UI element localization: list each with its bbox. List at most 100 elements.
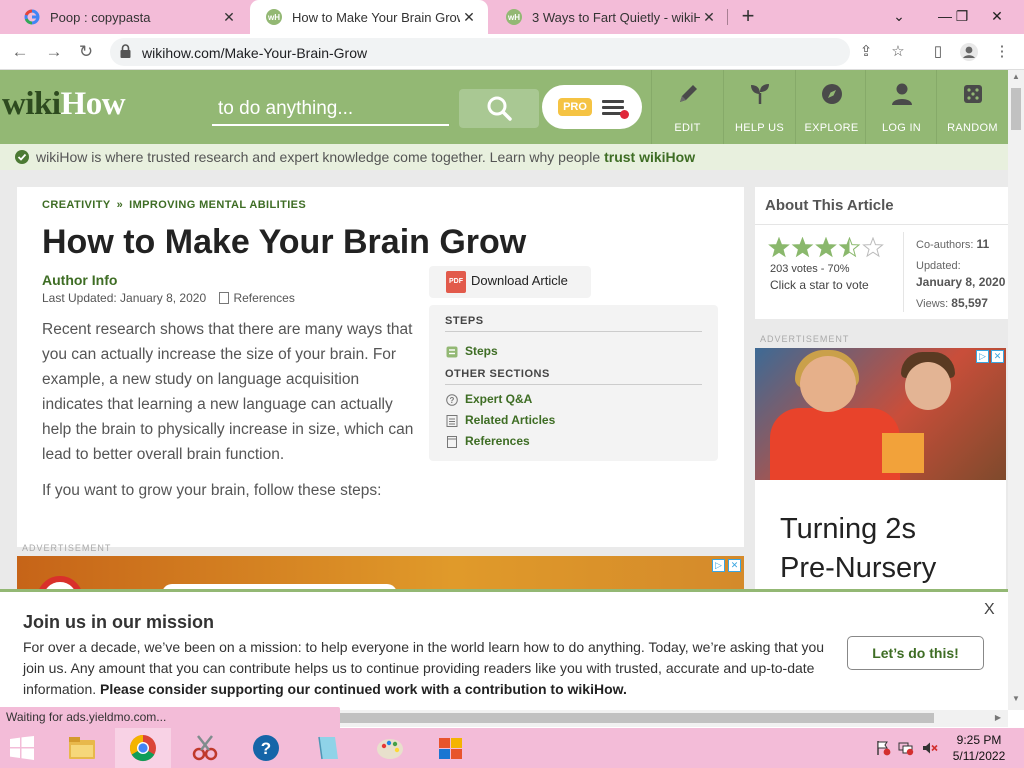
scroll-thumb[interactable] [1011, 88, 1021, 130]
nav-label: LOG IN [881, 122, 922, 134]
paint-button[interactable] [362, 728, 418, 768]
star-icon[interactable] [768, 237, 790, 258]
author-info-link[interactable]: Author Info [42, 272, 117, 288]
file-explorer-button[interactable] [54, 728, 110, 768]
toc-item-references[interactable]: References [445, 431, 702, 452]
ad-headline: Turning 2s Pre-Nursery [780, 510, 936, 588]
dice-icon [964, 85, 982, 103]
about-heading: About This Article [765, 197, 894, 214]
profile-avatar-icon[interactable] [959, 42, 979, 62]
toc-label: Steps [465, 344, 498, 358]
side-panel-icon[interactable]: ▯ [928, 42, 948, 62]
windows-start-icon[interactable] [6, 736, 38, 760]
tab-search-icon[interactable]: ⌄ [882, 0, 916, 34]
tab-make-brain-grow[interactable]: wH How to Make Your Brain Grow: 8 ✕ [250, 0, 488, 34]
scroll-right-icon[interactable]: ▶ [990, 711, 1006, 725]
chrome-button[interactable] [115, 728, 171, 768]
references-link[interactable]: References [219, 291, 295, 305]
nav-random[interactable]: RANDOM [936, 70, 1008, 144]
tab-strip: Poop : copypasta ✕ wH How to Make Your B… [0, 0, 1024, 34]
ad-close-icon[interactable]: ✕ [991, 350, 1004, 363]
rating-stars[interactable] [768, 237, 886, 259]
close-banner-button[interactable]: X [984, 601, 995, 619]
updated-value: January 8, 2020 [916, 275, 1006, 289]
scroll-down-icon[interactable]: ▼ [1008, 692, 1024, 706]
toc-item-related-articles[interactable]: Related Articles [445, 410, 702, 431]
articles-icon [446, 415, 458, 427]
search-button[interactable] [459, 89, 539, 128]
toc-other-heading: OTHER SECTIONS [445, 368, 702, 385]
close-icon[interactable]: ✕ [220, 9, 238, 26]
mission-text: For over a decade, we’ve been on a missi… [23, 637, 833, 700]
tab-fart-quietly[interactable]: wH 3 Ways to Fart Quietly - wikiHow ✕ [490, 0, 728, 34]
tab-title: How to Make Your Brain Grow: 8 [292, 9, 460, 25]
pro-menu-button[interactable]: PRO [542, 85, 642, 129]
bookmark-star-icon[interactable]: ☆ [888, 42, 908, 62]
tab-title: 3 Ways to Fart Quietly - wikiHow [532, 9, 700, 25]
ad-photo-part [905, 362, 951, 410]
nav-edit[interactable]: EDIT [651, 70, 723, 144]
wikihow-icon: wH [266, 9, 282, 25]
toc-item-expert-qa[interactable]: ? Expert Q&A [445, 389, 702, 410]
scroll-thumb[interactable] [330, 713, 934, 723]
url-text: wikihow.com/Make-Your-Brain-Grow [142, 45, 368, 61]
search-input[interactable]: to do anything... [212, 92, 449, 126]
nav-explore[interactable]: EXPLORE [795, 70, 867, 144]
wikihow-logo[interactable]: wikiHow [2, 86, 126, 123]
close-icon[interactable]: ✕ [700, 9, 718, 26]
restore-icon[interactable]: ❐ [945, 0, 979, 34]
tab-poop-copypasta[interactable]: Poop : copypasta ✕ [8, 0, 248, 34]
coauthors-label: Co-authors: [916, 239, 974, 251]
logo-wiki: wiki [2, 86, 61, 122]
office-button[interactable] [423, 728, 479, 768]
share-icon[interactable]: ⇪ [856, 42, 876, 62]
help-button[interactable]: ? [238, 728, 294, 768]
search-icon [487, 96, 512, 121]
close-icon[interactable]: ✕ [460, 9, 478, 26]
new-tab-icon[interactable]: + [737, 5, 759, 27]
notepad-button[interactable] [300, 728, 356, 768]
back-icon[interactable]: ← [8, 40, 32, 64]
adchoices-icon[interactable]: ▷ [712, 559, 725, 572]
breadcrumb-improving-mental-abilities[interactable]: IMPROVING MENTAL ABILITIES [129, 199, 306, 211]
views: Views: 85,597 [916, 296, 988, 310]
ad-close-icon[interactable]: ✕ [728, 559, 741, 572]
notepad-icon [318, 736, 338, 760]
star-icon[interactable] [791, 237, 814, 258]
star-icon[interactable] [838, 237, 861, 258]
advertisement-label: ADVERTISEMENT [760, 334, 850, 344]
nav-log-in[interactable]: LOG IN [865, 70, 937, 144]
snipping-tool-button[interactable] [177, 728, 233, 768]
updated-label: Updated: [916, 260, 961, 272]
scroll-up-icon[interactable]: ▲ [1008, 70, 1024, 84]
reload-icon[interactable]: ↻ [74, 40, 98, 64]
tab-title: Poop : copypasta [50, 9, 151, 25]
sidebar-ad-image[interactable]: ▷ ✕ [755, 348, 1006, 480]
download-label: Download Article [471, 273, 568, 288]
breadcrumb-creativity[interactable]: CREATIVITY [42, 199, 111, 211]
volume-muted-icon[interactable] [922, 740, 938, 756]
network-icon[interactable] [898, 740, 914, 756]
lets-do-this-button[interactable]: Let’s do this! [847, 636, 984, 670]
star-icon[interactable] [815, 237, 837, 258]
download-article-button[interactable]: PDF Download Article [429, 266, 591, 298]
menu-kebab-icon[interactable]: ⋮ [992, 42, 1012, 62]
views-label: Views: [916, 298, 949, 310]
window-close-icon[interactable]: ✕ [980, 0, 1014, 34]
forward-icon[interactable]: → [42, 40, 66, 64]
sidebar-ad-text[interactable]: Turning 2s Pre-Nursery [755, 480, 1006, 595]
address-bar[interactable]: wikihow.com/Make-Your-Brain-Grow [110, 38, 850, 66]
pro-badge: PRO [558, 98, 592, 116]
toc-item-steps[interactable]: Steps [445, 341, 702, 362]
adchoices-icon[interactable]: ▷ [976, 350, 989, 363]
trust-link[interactable]: trust wikiHow [604, 149, 695, 165]
star-icon[interactable] [862, 237, 884, 258]
click-to-vote: Click a star to vote [770, 278, 869, 292]
vertical-scrollbar[interactable]: ▲ ▼ [1008, 70, 1024, 710]
coauthors-value: 11 [976, 237, 990, 251]
last-updated-text: Last Updated: January 8, 2020 [42, 291, 207, 305]
action-center-flag-icon[interactable] [875, 740, 891, 756]
system-clock[interactable]: 9:25 PM 5/11/2022 [947, 732, 1011, 764]
nav-help-us[interactable]: HELP US [723, 70, 795, 144]
taskbar: ? 9:25 PM 5/11/2022 [0, 728, 1024, 768]
